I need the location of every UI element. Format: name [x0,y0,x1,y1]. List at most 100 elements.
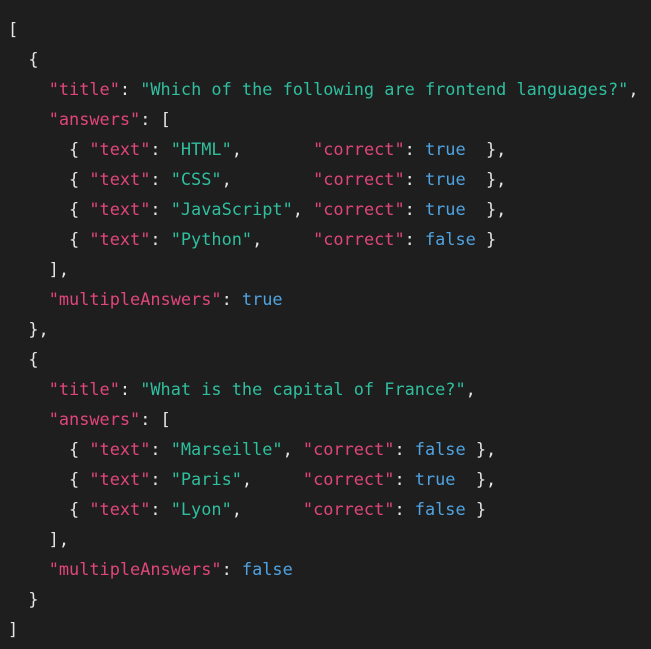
json-key-token: "correct" [302,439,395,459]
code-line: { "text": "Python", "correct": false } [8,224,648,254]
json-key-token: "text" [89,499,151,519]
code-line: [ [8,14,648,44]
punctuation-token: : [221,289,242,309]
boolean-value-token: true [424,169,466,189]
code-line: }, [8,314,648,344]
punctuation-token: , [292,199,314,219]
punctuation-token: } [8,589,39,609]
punctuation-token: ], [8,259,70,279]
punctuation-token: { [8,49,39,69]
punctuation-token: , [231,499,303,519]
json-key-token: "multipleAnswers" [48,559,222,579]
punctuation-token: { [8,439,90,459]
boolean-value-token: true [241,289,283,309]
punctuation-token: : [150,469,171,489]
code-line: ], [8,524,648,554]
string-value-token: "CSS" [170,169,222,189]
punctuation-token: : [404,199,425,219]
punctuation-token: : [150,199,171,219]
code-line: ], [8,254,648,284]
punctuation-token: : [150,499,171,519]
json-key-token: "correct" [302,499,395,519]
code-line: { [8,344,648,374]
code-line: { [8,44,648,74]
json-key-token: "title" [48,379,120,399]
code-line: { "text": "CSS", "correct": true }, [8,164,648,194]
string-value-token: "JavaScript" [170,199,293,219]
punctuation-token: { [8,169,90,189]
punctuation-token: , [282,439,303,459]
punctuation-token: }, [465,199,507,219]
punctuation-token [8,559,49,579]
json-key-token: "title" [48,79,120,99]
punctuation-token: { [8,199,90,219]
punctuation-token: [ [8,19,19,39]
punctuation-token: : [221,559,242,579]
punctuation-token: { [8,229,90,249]
punctuation-token: : [119,379,141,399]
boolean-value-token: true [414,469,456,489]
code-line: "multipleAnswers": true [8,284,648,314]
string-value-token: "Marseille" [170,439,283,459]
punctuation-token: ], [8,529,70,549]
boolean-value-token: true [424,139,466,159]
json-key-token: "answers" [48,409,141,429]
json-key-token: "multipleAnswers" [48,289,222,309]
json-key-token: "correct" [313,139,405,159]
punctuation-token: }, [455,469,497,489]
json-key-token: "text" [89,439,151,459]
punctuation-token [8,409,49,429]
punctuation-token: { [8,139,90,159]
json-key-token: "text" [89,139,151,159]
punctuation-token: , [231,139,314,159]
punctuation-token: : [150,229,171,249]
punctuation-token: , [628,79,639,99]
code-line: } [8,584,648,614]
punctuation-token: }, [465,139,507,159]
code-line: "title": "What is the capital of France?… [8,374,648,404]
punctuation-token: , [221,169,314,189]
punctuation-token: }, [465,439,497,459]
punctuation-token: : [150,139,171,159]
boolean-value-token: false [414,439,466,459]
boolean-value-token: true [424,199,466,219]
punctuation-token: { [8,349,39,369]
code-line: { "text": "Lyon", "correct": false } [8,494,648,524]
json-key-token: "correct" [313,169,405,189]
code-line: { "text": "JavaScript", "correct": true … [8,194,648,224]
punctuation-token: : [ [140,409,171,429]
punctuation-token: } [475,229,497,249]
json-key-token: "text" [89,169,151,189]
punctuation-token [8,379,49,399]
json-key-token: "text" [89,469,151,489]
string-value-token: "What is the capital of France?" [140,379,466,399]
json-key-token: "correct" [302,469,395,489]
punctuation-token: , [465,379,476,399]
json-key-token: "answers" [48,109,141,129]
code-line: "answers": [ [8,404,648,434]
code-line: { "text": "HTML", "correct": true }, [8,134,648,164]
punctuation-token: , [241,469,303,489]
punctuation-token: , [252,229,314,249]
json-key-token: "text" [89,199,151,219]
code-line: { "text": "Marseille", "correct": false … [8,434,648,464]
code-line: "multipleAnswers": false [8,554,648,584]
string-value-token: "Which of the following are frontend lan… [140,79,629,99]
punctuation-token: : [394,499,415,519]
punctuation-token: } [465,499,486,519]
punctuation-token: ] [8,619,19,639]
string-value-token: "Paris" [170,469,242,489]
boolean-value-token: false [414,499,466,519]
boolean-value-token: false [241,559,293,579]
json-key-token: "correct" [313,199,405,219]
punctuation-token: : [ [140,109,171,129]
punctuation-token: : [394,439,415,459]
punctuation-token: }, [465,169,507,189]
code-line: { "text": "Paris", "correct": true }, [8,464,648,494]
punctuation-token: { [8,469,90,489]
punctuation-token: : [394,469,415,489]
punctuation-token: }, [8,319,49,339]
code-block: [ { "title": "Which of the following are… [8,14,648,644]
punctuation-token: : [150,439,171,459]
punctuation-token: : [404,169,425,189]
